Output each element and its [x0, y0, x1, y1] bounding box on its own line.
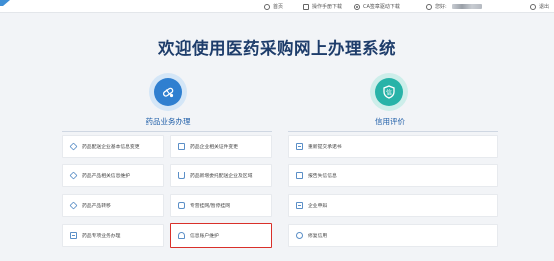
card-label: 企业申辩: [308, 204, 328, 209]
card-label: 修复信用: [308, 234, 328, 239]
logout-icon: [530, 3, 536, 10]
card-enterprise-appeal[interactable]: 企业申辩: [288, 194, 498, 217]
nav-home[interactable]: 首页: [264, 2, 283, 11]
card-label: 药品配送企业基本信息变更: [82, 145, 140, 150]
nav-home-label: 首页: [273, 4, 284, 10]
drug-business-divider: [62, 131, 272, 132]
pill-icon: [162, 87, 174, 98]
svg-text:信: 信: [386, 89, 392, 97]
drug-business-category-label: 药品业务办理: [145, 117, 191, 126]
card-label: 药品产品相关信息维护: [82, 174, 130, 179]
logo-corner-mark: [0, 0, 10, 6]
card-resubmit-commitment[interactable]: 重新提交承诺书: [288, 135, 498, 158]
welcome-label: 您好:: [435, 4, 447, 10]
nav-ca-driver-download-label: CA签章驱动下载: [363, 4, 400, 10]
nav-manual-download[interactable]: 操作手册下载: [303, 2, 342, 11]
card-label: 药品新增委托配送企业及区域: [190, 174, 253, 179]
download-icon: [354, 3, 360, 10]
card-label: 药品专项业务办理: [82, 234, 121, 239]
certificate-icon: [178, 143, 185, 150]
document-icon: [70, 232, 77, 239]
listing-icon: [178, 202, 185, 209]
card-label: 药品产品转移: [82, 204, 111, 209]
nav-logout-label: 退出: [539, 4, 550, 10]
credit-eval-category-icon[interactable]: 信: [370, 73, 408, 111]
truck-icon: [178, 172, 185, 179]
card-listing-suspend[interactable]: 专营挂网/暂停挂网: [170, 194, 272, 217]
repair-icon: [296, 232, 303, 239]
account-icon: [178, 232, 185, 239]
nav-ca-driver-download[interactable]: CA签章驱动下载: [354, 2, 400, 11]
card-drug-special-business[interactable]: 药品专项业务办理: [62, 224, 164, 247]
appeal-icon: [296, 202, 303, 209]
top-navigation-bar: 首页 操作手册下载 CA签章驱动下载 您好: 退出: [0, 0, 554, 13]
credit-eval-divider: [288, 131, 498, 132]
credit-shield-icon: 信: [383, 85, 395, 99]
card-label: 重新提交承诺书: [308, 145, 342, 150]
card-label: 药品企业相关证件变更: [190, 145, 238, 150]
card-drug-distribution-info-change[interactable]: 药品配送企业基本信息变更: [62, 135, 164, 158]
card-drug-new-delegated-distribution[interactable]: 药品新增委托配送企业及区域: [170, 164, 272, 187]
credit-eval-category-label: 信用评价: [375, 117, 405, 126]
card-drug-enterprise-certificate-change[interactable]: 药品企业相关证件变更: [170, 135, 272, 158]
commitment-icon: [296, 143, 303, 150]
card-label: 报告失信信息: [308, 174, 337, 179]
card-repair-credit[interactable]: 修复信用: [288, 224, 498, 247]
page-title: 欢迎使用医药采购网上办理系统: [158, 39, 396, 58]
nav-logout[interactable]: 退出: [530, 2, 549, 11]
card-report-dishonesty[interactable]: 报告失信信息: [288, 164, 498, 187]
card-label: 信息账户维护: [190, 234, 219, 239]
card-drug-product-transfer[interactable]: 药品产品转移: [62, 194, 164, 217]
report-icon: [296, 172, 303, 179]
tag-icon: [69, 171, 78, 180]
tag-icon: [69, 201, 78, 210]
tag-icon: [69, 142, 78, 151]
username-redacted: [451, 4, 482, 9]
home-icon: [264, 3, 270, 10]
card-label: 专营挂网/暂停挂网: [190, 204, 230, 209]
user-welcome[interactable]: 您好:: [426, 2, 482, 11]
drug-business-category-icon[interactable]: [149, 73, 187, 111]
card-drug-product-info-maintain[interactable]: 药品产品相关信息维护: [62, 164, 164, 187]
card-account-maintain[interactable]: 信息账户维护: [170, 223, 272, 248]
nav-manual-download-label: 操作手册下载: [312, 4, 343, 10]
user-icon: [426, 3, 432, 10]
manual-icon: [303, 3, 309, 10]
